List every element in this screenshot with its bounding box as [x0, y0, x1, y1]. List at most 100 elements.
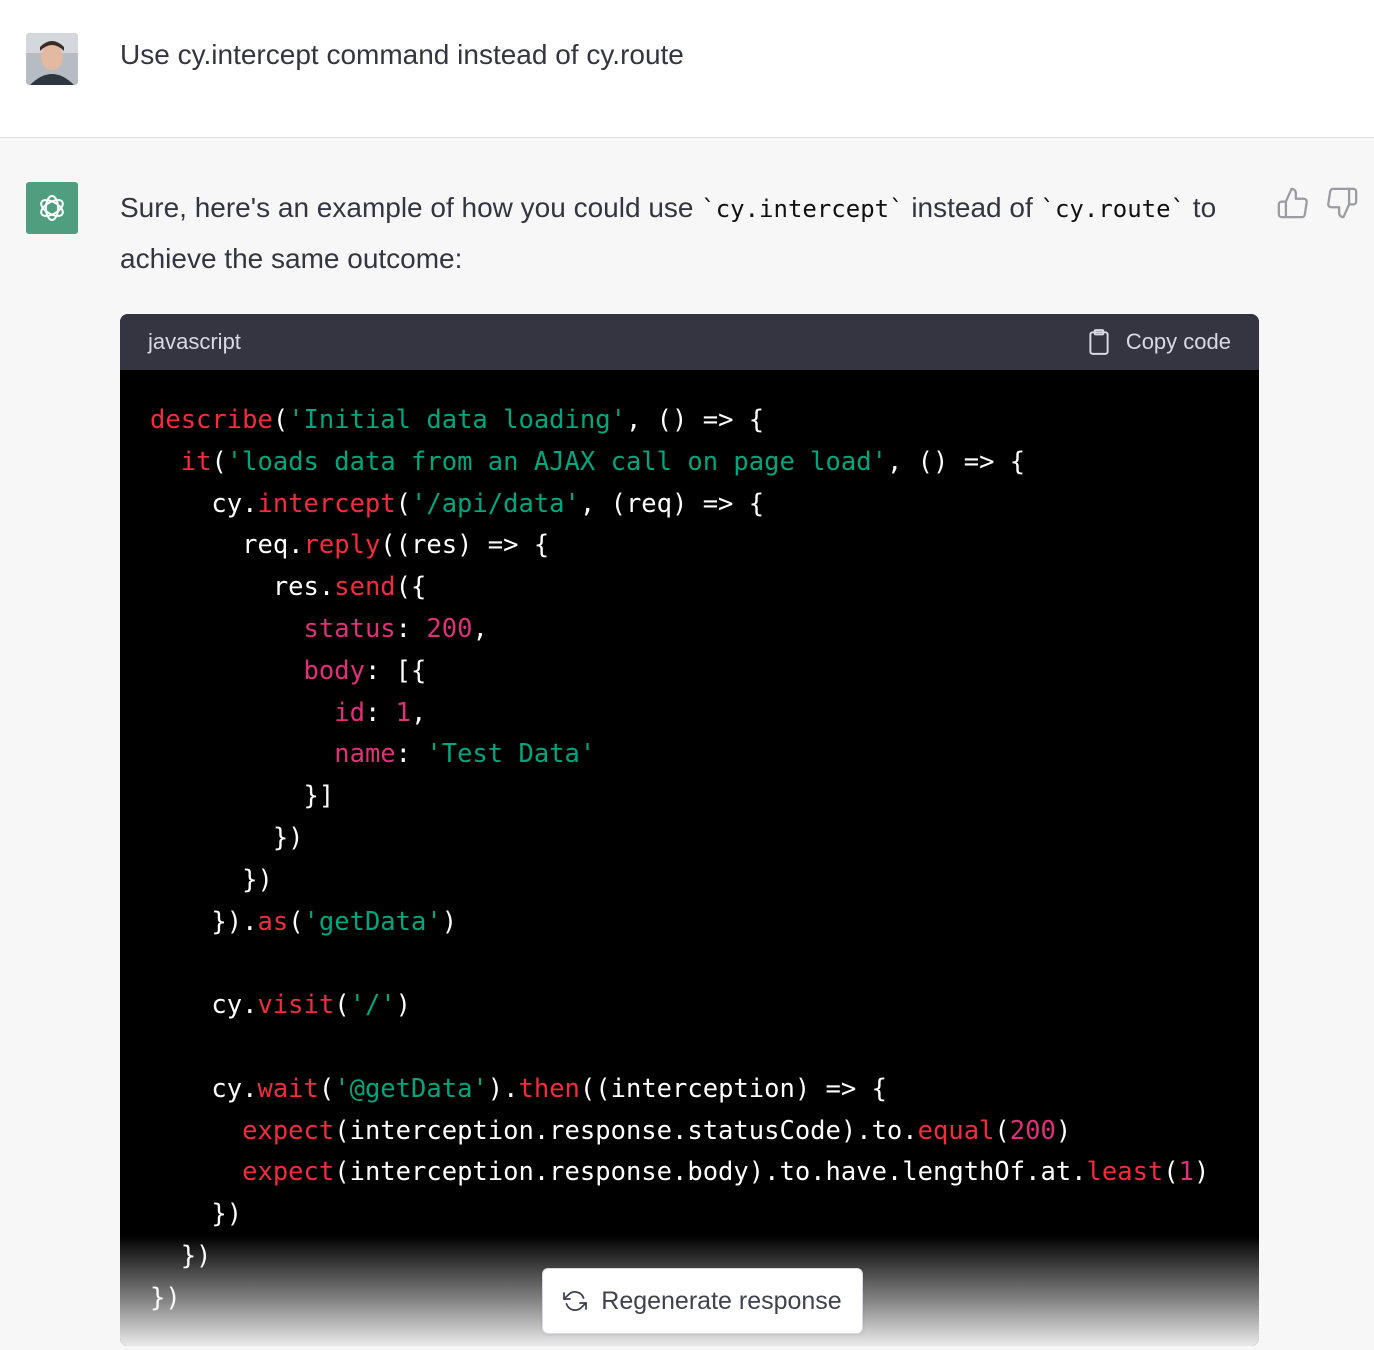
code-token: ( [211, 446, 227, 477]
code-token: body [303, 655, 365, 686]
code-token: : [364, 697, 396, 728]
user-message-row: Use cy.intercept command instead of cy.r… [0, 0, 1374, 138]
assistant-message-row: Sure, here's an example of how you could… [0, 138, 1374, 1350]
code-token: least [1086, 1157, 1164, 1188]
code-line: req.reply((res) => { [150, 525, 1259, 567]
assistant-intro-text: Sure, here's an example of how you could… [120, 192, 1217, 274]
code-content: describe('Initial data loading', () => {… [120, 370, 1259, 1320]
code-token: ) [1194, 1157, 1210, 1188]
code-token: ) [1055, 1115, 1072, 1146]
code-token: visit [257, 990, 335, 1021]
code-line: expect(interception.response.statusCode)… [150, 1111, 1259, 1153]
code-token: wait [257, 1073, 319, 1104]
code-token: 1 [1178, 1157, 1194, 1188]
code-token: expect [242, 1115, 335, 1146]
code-line: cy.wait('@getData').then((interception) … [150, 1069, 1259, 1111]
code-token: }) [150, 1240, 212, 1271]
code-token: , () => { [625, 405, 765, 435]
regenerate-response-label: Regenerate response [601, 1286, 842, 1315]
code-token: '/' [349, 990, 396, 1021]
code-token: : [{ [364, 655, 427, 686]
code-token: 'Test Data' [426, 739, 596, 770]
code-token: '/api/data' [411, 488, 580, 519]
code-token: as [257, 906, 289, 937]
thumbs-down-icon [1327, 187, 1358, 219]
inline-code-intercept: `cy.intercept` [701, 195, 904, 223]
code-token: ((res) => { [380, 530, 550, 561]
code-token: send [334, 572, 396, 603]
code-line: }).as('getData') [150, 902, 1259, 944]
code-block: javascript Copy code describe('Initial d… [120, 314, 1259, 1346]
code-token: , [472, 613, 488, 644]
code-token: expect [242, 1157, 335, 1188]
code-token: 200 [1009, 1115, 1056, 1146]
code-token: ( [272, 405, 289, 435]
code-token: ) [441, 906, 458, 937]
thumbs-down-button[interactable] [1325, 186, 1359, 220]
code-token: , [411, 697, 427, 728]
regenerate-response-button[interactable]: Regenerate response [542, 1268, 863, 1334]
thumbs-up-button[interactable] [1276, 186, 1310, 220]
copy-code-label: Copy code [1125, 329, 1231, 354]
code-token: , (req) => { [579, 488, 765, 519]
code-token: , () => { [886, 446, 1026, 477]
code-line: cy.intercept('/api/data', (req) => { [150, 484, 1259, 526]
code-token: ( [288, 906, 304, 937]
code-token: name [334, 739, 396, 770]
code-token: : [395, 613, 427, 644]
code-token: }] [150, 781, 335, 812]
code-token: ) [395, 990, 412, 1021]
code-language-label: javascript [148, 329, 241, 354]
thumbs-up-icon [1277, 187, 1308, 219]
code-token: describe [150, 405, 273, 435]
code-token: then [518, 1073, 580, 1104]
code-token: 'loads data from an AJAX call on page lo… [226, 446, 887, 477]
code-token: 1 [395, 697, 412, 728]
user-message-text: Use cy.intercept command instead of cy.r… [120, 39, 684, 70]
code-token: it [180, 446, 212, 477]
code-token: }). [150, 906, 258, 937]
code-line: }) [150, 818, 1259, 860]
code-token: }) [150, 822, 304, 853]
code-token: ((interception) => { [579, 1073, 887, 1104]
assistant-avatar [26, 182, 78, 234]
code-token: }) [150, 864, 273, 895]
code-line: }] [150, 776, 1259, 818]
code-token: reply [303, 530, 381, 561]
code-token: ( [318, 1073, 335, 1104]
code-token: 'getData' [303, 906, 442, 937]
code-line: }) [150, 860, 1259, 902]
code-line: expect(interception.response.body).to.ha… [150, 1152, 1259, 1194]
code-token: res. [150, 572, 335, 603]
inline-code-route: `cy.route` [1040, 195, 1186, 223]
code-token: ( [395, 488, 411, 519]
code-token: }) [150, 1282, 181, 1313]
code-token: cy. [150, 488, 258, 519]
code-token: (interception.response.body).to.have.len… [334, 1157, 1087, 1188]
code-token: ( [994, 1115, 1010, 1146]
copy-code-button[interactable]: Copy code [1086, 328, 1231, 356]
code-token: 'Initial data loading' [288, 405, 626, 435]
code-line: body: [{ [150, 651, 1259, 693]
code-block-header: javascript Copy code [120, 314, 1259, 370]
code-line: res.send({ [150, 567, 1259, 609]
code-line: id: 1, [150, 693, 1259, 735]
code-line: status: 200, [150, 609, 1259, 651]
code-token: equal [917, 1115, 995, 1146]
code-line: name: 'Test Data' [150, 734, 1259, 776]
code-token: }) [150, 1199, 243, 1230]
code-token: ({ [395, 572, 427, 603]
code-token: cy. [150, 990, 258, 1021]
code-token: '@getData' [334, 1073, 488, 1104]
refresh-icon [563, 1291, 588, 1311]
clipboard-icon [1089, 329, 1109, 355]
code-token: status [303, 613, 396, 644]
